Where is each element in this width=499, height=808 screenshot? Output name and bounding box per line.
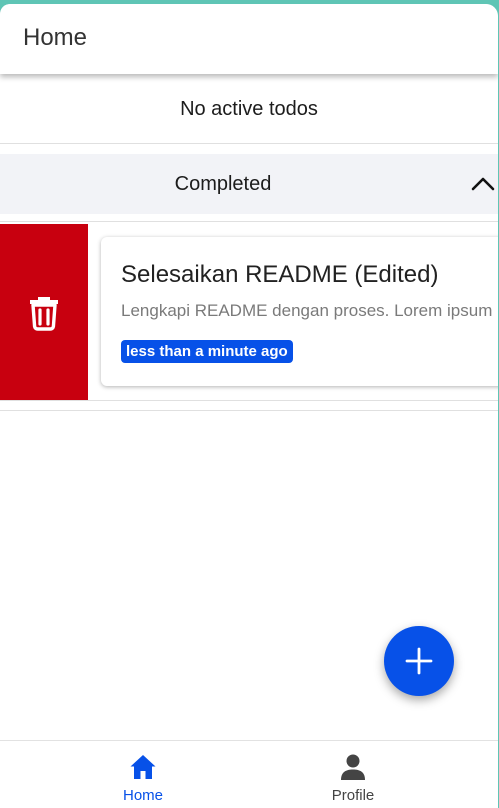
swipe-delete-background[interactable] <box>0 224 88 400</box>
divider <box>0 143 498 144</box>
nav-item-home[interactable]: Home <box>0 741 249 808</box>
plus-icon <box>405 647 433 675</box>
trash-icon[interactable] <box>24 292 64 332</box>
divider <box>0 410 498 411</box>
chevron-up-icon[interactable] <box>470 174 496 192</box>
divider <box>0 221 498 222</box>
app-screen: Home No active todos Completed Selesaika… <box>0 4 498 808</box>
nav-item-profile[interactable]: Profile <box>249 741 498 808</box>
add-todo-button[interactable] <box>384 626 454 696</box>
todo-title: Selesaikan README (Edited) <box>121 261 439 288</box>
nav-label-home: Home <box>122 787 163 804</box>
completed-section-title: Completed <box>174 172 272 195</box>
home-icon <box>130 755 156 779</box>
bottom-navigation: Home Profile <box>0 740 498 808</box>
active-todos-empty-message: No active todos <box>180 97 318 120</box>
todo-description: Lengkapi README dengan proses. Lorem ips… <box>121 301 493 320</box>
app-bar: Home <box>0 4 498 74</box>
nav-label-profile: Profile <box>331 787 375 804</box>
todo-card[interactable]: Selesaikan README (Edited) Lengkapi READ… <box>101 237 498 386</box>
completed-section-header[interactable]: Completed <box>0 154 498 214</box>
todo-timestamp-badge: less than a minute ago <box>121 340 293 363</box>
divider <box>0 400 498 401</box>
person-icon <box>341 754 365 780</box>
page-title: Home <box>23 24 88 51</box>
